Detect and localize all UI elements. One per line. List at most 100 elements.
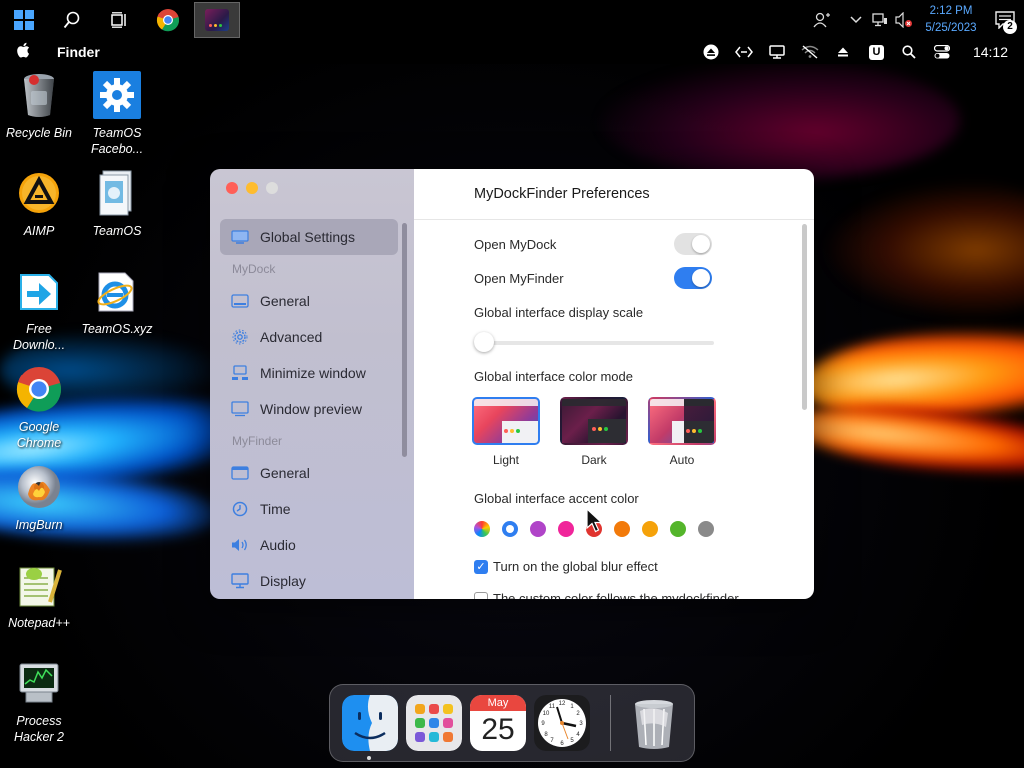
sidebar-section-myfinder: MyFinder: [232, 434, 283, 448]
mouse-cursor-icon: [586, 508, 604, 533]
desktop-icon-teamos-xyz[interactable]: TeamOS.xyz: [78, 267, 156, 337]
accent-color-swatch[interactable]: [502, 521, 518, 537]
desktop-icon-free-download-manager[interactable]: Free Downlo...: [0, 267, 78, 353]
eject-circle-icon[interactable]: [695, 40, 728, 64]
sidebar-scrollbar[interactable]: [402, 223, 407, 457]
color-mode-light-label: Light: [492, 453, 520, 467]
desktop-icon-label: TeamOS.xyz: [81, 322, 153, 336]
sidebar-item-audio[interactable]: Audio: [220, 527, 398, 563]
wifi-off-icon[interactable]: [794, 40, 827, 64]
dock-finder[interactable]: [342, 695, 398, 751]
accent-color-swatch[interactable]: [698, 521, 714, 537]
volume-muted-icon: [895, 12, 912, 28]
desktop-icon-aimp[interactable]: AIMP: [0, 169, 78, 239]
apple-menu-icon[interactable]: [17, 42, 43, 63]
finder-general-icon: [230, 465, 250, 481]
sidebar-item-minimize-window[interactable]: Minimize window: [220, 355, 398, 391]
start-button[interactable]: [0, 0, 48, 40]
spotlight-search-icon[interactable]: [893, 40, 926, 64]
action-center-button[interactable]: 2: [986, 0, 1024, 40]
sidebar-section-mydock: MyDock: [232, 262, 276, 276]
taskbar-clock[interactable]: 2:12 PM 5/25/2023: [916, 3, 986, 37]
gear-icon: [230, 329, 250, 345]
dock-running-indicator: [367, 756, 371, 760]
mydockfinder-preferences-window: Global Settings MyDock General Advanced …: [210, 169, 814, 599]
display-icon[interactable]: [761, 40, 794, 64]
minimize-window-icon: [230, 365, 250, 381]
people-tray-button[interactable]: [810, 0, 834, 40]
accent-color-swatch[interactable]: [474, 521, 490, 537]
close-window-button[interactable]: [226, 182, 238, 194]
windows-logo-icon: [14, 10, 34, 30]
custom-color-checkbox-row[interactable]: The custom color follows the mydockfinde…: [474, 591, 739, 599]
mydockfinder-icon: [205, 9, 229, 31]
active-app-name[interactable]: Finder: [57, 44, 100, 60]
accent-color-swatch[interactable]: [530, 521, 546, 537]
color-mode-label: Global interface color mode: [474, 369, 633, 384]
color-mode-dark[interactable]: Dark: [560, 397, 628, 467]
control-center-icon[interactable]: [926, 40, 959, 64]
dock-trash[interactable]: [626, 695, 682, 751]
accent-color-swatch[interactable]: [670, 521, 686, 537]
desktop-icon-imgburn[interactable]: ImgBurn: [0, 463, 78, 533]
eject-icon[interactable]: [827, 40, 860, 64]
svg-text:12: 12: [559, 701, 566, 707]
auto-mode-thumbnail: [648, 397, 716, 445]
code-arrows-icon[interactable]: [728, 40, 761, 64]
custom-color-checkbox[interactable]: [474, 591, 488, 599]
dock-calendar[interactable]: May 25: [470, 695, 526, 751]
menubar-clock[interactable]: 14:12: [973, 44, 1008, 60]
minimize-window-button[interactable]: [246, 182, 258, 194]
zoom-window-button[interactable]: [266, 182, 278, 194]
display-scale-slider-knob[interactable]: [474, 332, 494, 352]
network-tray-button[interactable]: [868, 0, 892, 40]
sidebar-item-label: Global Settings: [260, 229, 355, 245]
window-title: MyDockFinder Preferences: [474, 186, 650, 202]
recycle-bin-icon: [15, 71, 63, 119]
color-mode-auto-label: Auto: [669, 453, 695, 467]
sidebar-item-label: General: [260, 465, 310, 481]
sidebar-item-advanced[interactable]: Advanced: [220, 319, 398, 355]
open-myfinder-toggle[interactable]: [674, 267, 712, 289]
color-mode-dark-label: Dark: [581, 453, 607, 467]
display-scale-slider-track[interactable]: [474, 341, 714, 345]
blur-effect-checkbox-row[interactable]: ✓ Turn on the global blur effect: [474, 559, 658, 574]
sidebar-item-label: Display: [260, 573, 306, 589]
sidebar-item-window-preview[interactable]: Window preview: [220, 391, 398, 427]
sidebar-item-myfinder-general[interactable]: General: [220, 455, 398, 491]
desktop-icon-teamos-facebook[interactable]: TeamOS Facebo...: [78, 71, 156, 157]
desktop-icon-teamos[interactable]: TeamOS: [78, 169, 156, 239]
desktop-icon-google-chrome[interactable]: Google Chrome: [0, 365, 78, 451]
desktop-icon-notepad-plus-plus[interactable]: Notepad++: [0, 561, 78, 631]
taskbar-mydockfinder-button[interactable]: [194, 2, 240, 38]
accent-color-swatch[interactable]: [642, 521, 658, 537]
search-button[interactable]: [48, 0, 96, 40]
open-mydock-toggle[interactable]: [674, 233, 712, 255]
blur-effect-checkbox[interactable]: ✓: [474, 559, 488, 574]
trash-icon: [635, 700, 673, 749]
taskbar-chrome-button[interactable]: [144, 0, 192, 40]
sidebar-item-global-settings[interactable]: Global Settings: [220, 219, 398, 255]
desktop-icon-process-hacker[interactable]: Process Hacker 2: [0, 659, 78, 745]
desktop-icon-recycle-bin[interactable]: Recycle Bin: [0, 71, 78, 141]
u-badge-icon[interactable]: U: [860, 40, 893, 64]
volume-tray-button[interactable]: [892, 0, 916, 40]
sidebar-item-label: Audio: [260, 537, 296, 553]
accent-color-swatch[interactable]: [558, 521, 574, 537]
task-view-button[interactable]: [96, 0, 144, 40]
dock-launchpad[interactable]: [406, 695, 462, 751]
accent-color-swatch[interactable]: [614, 521, 630, 537]
desktop-icon-label: Recycle Bin: [6, 126, 72, 140]
sidebar-item-display[interactable]: Display: [220, 563, 398, 599]
internet-explorer-icon: [93, 267, 141, 315]
color-mode-light[interactable]: Light: [472, 397, 540, 467]
content-scrollbar[interactable]: [802, 224, 807, 410]
notification-count-badge: 2: [1003, 20, 1017, 34]
preferences-sidebar: Global Settings MyDock General Advanced …: [210, 169, 414, 599]
sidebar-item-mydock-general[interactable]: General: [220, 283, 398, 319]
sidebar-item-time[interactable]: Time: [220, 491, 398, 527]
color-mode-auto[interactable]: Auto: [648, 397, 716, 467]
show-hidden-icons-button[interactable]: [844, 0, 868, 40]
dock-clock[interactable]: 12 3 6 9 1 2 4 5 7 8 10 11: [534, 695, 590, 751]
display-icon: [230, 573, 250, 589]
